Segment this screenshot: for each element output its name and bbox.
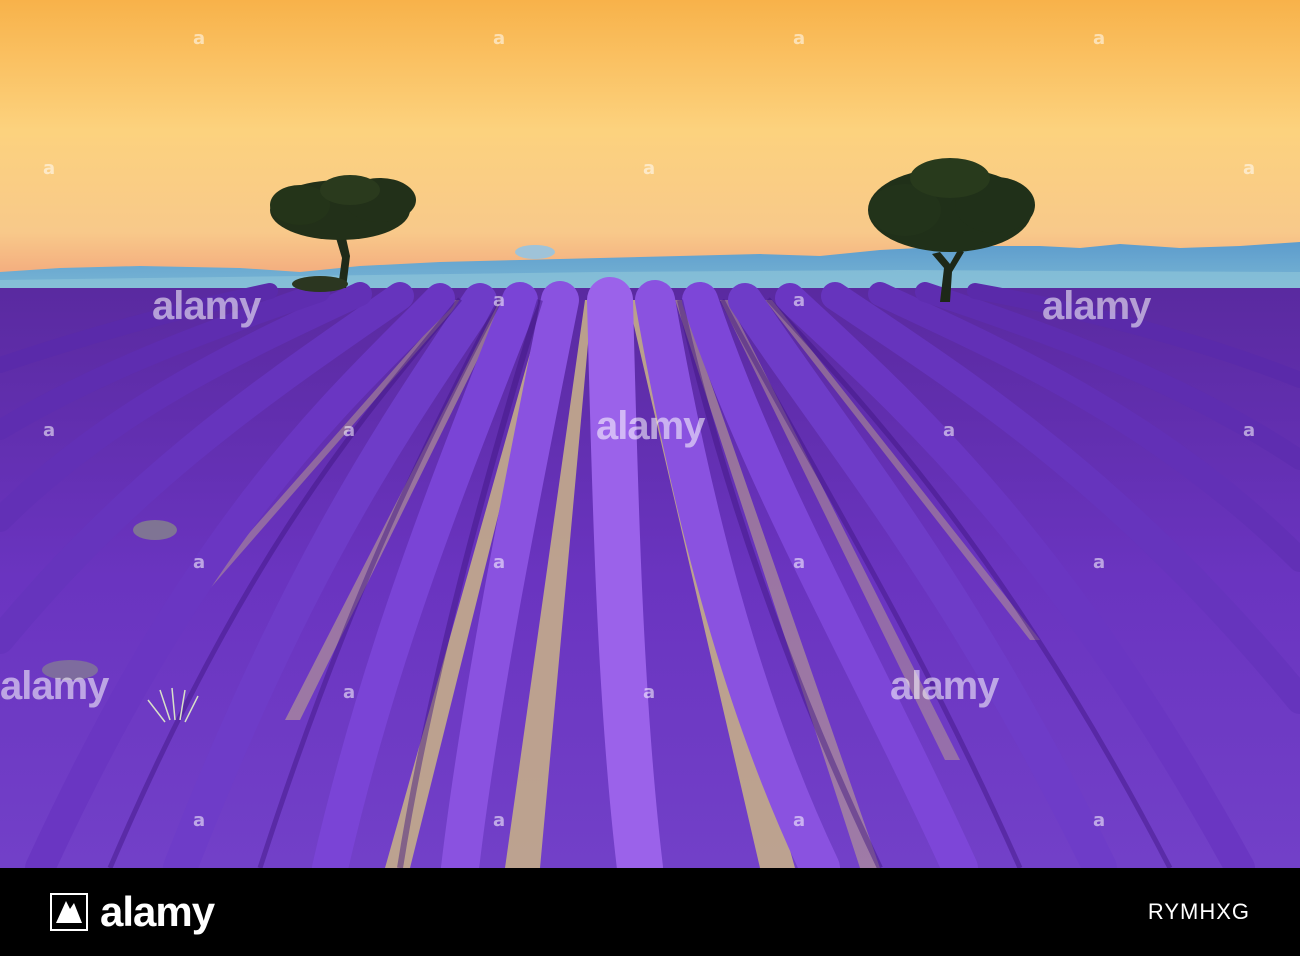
watermark-mark: a	[1093, 552, 1106, 573]
watermark-mark: a	[343, 682, 356, 703]
watermark-mark: a	[793, 28, 806, 49]
alamy-logo: alamy	[50, 888, 215, 936]
watermark-mark: a	[943, 420, 956, 441]
watermark-mark: a	[643, 682, 656, 703]
watermark-mark: a	[493, 810, 506, 831]
watermark-logo: alamy	[0, 664, 109, 708]
watermark-mark: a	[1243, 420, 1256, 441]
watermark-mark: a	[493, 28, 506, 49]
watermark-logo: alamy	[1042, 284, 1151, 328]
watermark-mark: a	[193, 552, 206, 573]
watermark-mark: a	[193, 810, 206, 831]
watermark-mark: a	[1243, 158, 1256, 179]
watermark-mark: a	[43, 420, 56, 441]
watermark-mark: a	[43, 158, 56, 179]
photo-frame: a a a a a a a a a a a a a a a a a a a a …	[0, 0, 1300, 956]
watermark-mark: a	[193, 28, 206, 49]
cloud	[515, 245, 555, 259]
watermark-mark: a	[793, 552, 806, 573]
watermark-mark: a	[493, 290, 506, 311]
watermark-mark: a	[1093, 810, 1106, 831]
watermark-mark: a	[493, 552, 506, 573]
watermark-logo: alamy	[596, 404, 705, 448]
watermark-bar: alamy RYMHXG	[0, 868, 1300, 956]
watermark-mark: a	[793, 290, 806, 311]
alamy-logo-text: alamy	[100, 888, 215, 935]
watermark-logo: alamy	[152, 284, 261, 328]
watermark-mark: a	[793, 810, 806, 831]
alamy-logo-icon	[50, 893, 88, 931]
watermark-mark: a	[1093, 28, 1106, 49]
watermark-mark: a	[643, 158, 656, 179]
watermark-logo: alamy	[890, 664, 999, 708]
watermark-mark: a	[343, 420, 356, 441]
image-reference-id: RYMHXG	[1147, 899, 1250, 924]
